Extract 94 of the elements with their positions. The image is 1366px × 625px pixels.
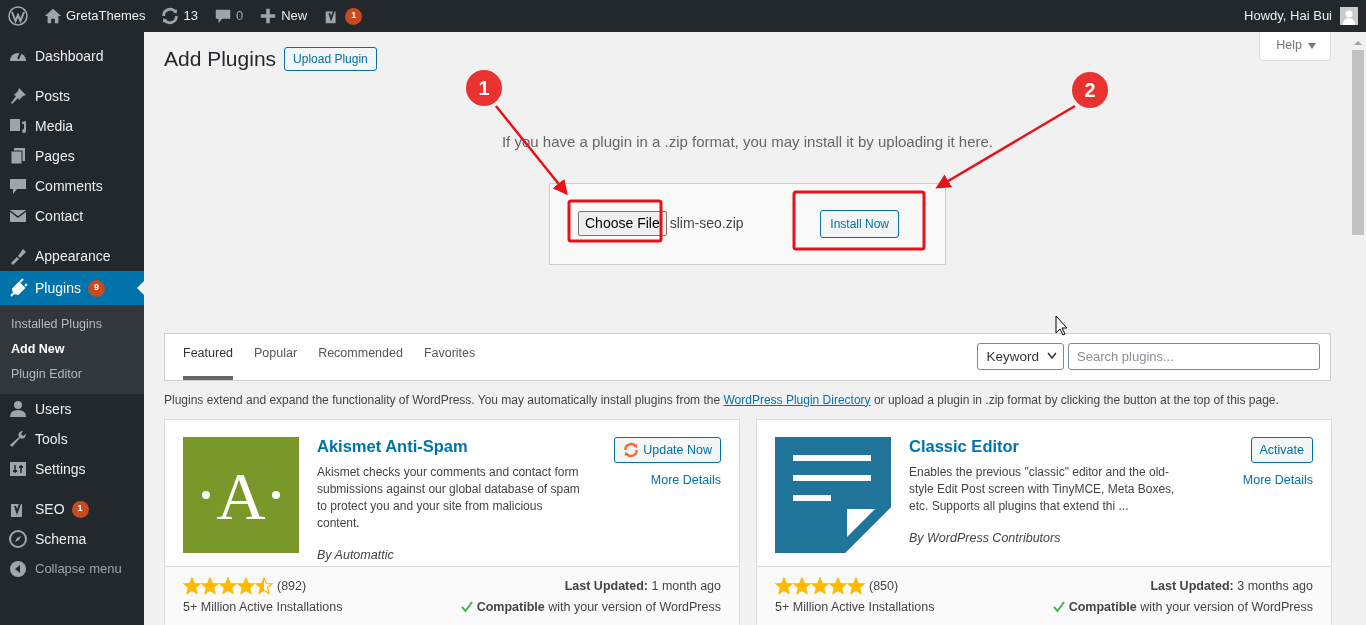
checkmark-icon <box>460 600 473 613</box>
caret-icon <box>1308 42 1316 49</box>
filter-tab[interactable]: Favorites <box>423 328 476 380</box>
step-number-badge: 2 <box>1072 72 1108 108</box>
choose-file-button[interactable]: Choose File <box>578 211 667 237</box>
plugin-name[interactable]: Classic Editor <box>909 436 1177 457</box>
star-icon <box>255 576 273 595</box>
submenu-item[interactable]: Plugin Editor <box>0 362 144 387</box>
last-updated: Last Updated: 1 month ago <box>564 577 721 594</box>
admin-bar-link[interactable]: GretaThemes <box>66 6 146 26</box>
submenu-item[interactable]: Add New <box>0 337 144 362</box>
sidebar-item[interactable]: Settings <box>0 454 144 484</box>
sidebar-item[interactable]: Comments <box>0 171 144 201</box>
sidebar-item[interactable]: Users <box>0 394 144 424</box>
search-type-dropdown[interactable]: Keyword <box>977 343 1064 371</box>
scrollbar-thumb[interactable] <box>1352 50 1364 235</box>
star-icon <box>237 576 255 595</box>
active-installs: 5+ Million Active Installations <box>775 598 935 615</box>
compatibility-note: Compatible with your version of WordPress <box>1068 598 1313 615</box>
page-title: Add Plugins <box>164 46 277 72</box>
sidebar-item[interactable]: Tools <box>0 424 144 454</box>
plugin-author: By Automattic <box>317 547 395 565</box>
directory-link[interactable]: WordPress Plugin Directory <box>723 392 871 407</box>
star-icon <box>775 576 793 595</box>
star-icon <box>847 576 865 595</box>
sidebar-item[interactable]: Posts <box>0 81 144 111</box>
search-field[interactable]: Search plugins... <box>1068 343 1320 371</box>
star-icon <box>183 576 201 595</box>
home-icon[interactable] <box>44 7 62 25</box>
filter-tab[interactable]: Featured <box>183 328 234 380</box>
sidebar-item[interactable]: Media <box>0 111 144 141</box>
pages-icon <box>8 146 28 166</box>
refresh-icon <box>623 441 640 458</box>
compass-icon <box>8 529 28 549</box>
notification-count: 1 <box>345 7 363 25</box>
active-installs: 5+ Million Active Installations <box>183 598 343 615</box>
plugin-description: Enables the previous "classic" editor and the old-style Edit Post screen with TinyMCE, Meta Boxes, etc. Supports all plugins that extend thi ... <box>909 464 1176 516</box>
speech-bubble-icon[interactable] <box>213 7 232 25</box>
admin-bar-link[interactable]: 0 <box>235 6 244 26</box>
sidebar-item[interactable]: Appearance <box>0 241 144 271</box>
document-icon <box>775 436 891 553</box>
more-details-link[interactable]: More Details <box>650 470 721 490</box>
pushpin-icon <box>8 86 28 106</box>
filter-tab[interactable]: Popular <box>254 328 298 380</box>
speech-bubble-icon <box>8 176 28 196</box>
plugin-description: Akismet checks your comments and contact form submissions against our global database of spam to protect you and your site from malicious content. <box>317 464 581 533</box>
submenu-item[interactable]: Installed Plugins <box>0 312 144 337</box>
plus-icon[interactable] <box>259 7 278 25</box>
chevron-down-icon <box>1047 352 1057 361</box>
plugin-name[interactable]: Akismet Anti-Spam <box>317 436 585 457</box>
plugin-author: By WordPress Contributors <box>909 530 1062 548</box>
star-icon <box>219 576 237 595</box>
user-icon <box>8 399 28 419</box>
rating-count: (892) <box>277 577 307 594</box>
compatibility-note: Compatible with your version of WordPress <box>476 598 721 615</box>
activate-button[interactable]: Activate <box>1250 436 1313 463</box>
collapse-icon <box>8 559 28 579</box>
wordpress-logo-icon[interactable] <box>8 6 28 26</box>
checkmark-icon <box>1052 600 1065 613</box>
collapse-menu-button[interactable]: Collapse menu <box>0 554 144 584</box>
admin-bar-link[interactable]: New <box>281 6 308 26</box>
greeting-link[interactable]: Howdy, Hai Bui <box>1244 6 1332 26</box>
more-details-link[interactable]: More Details <box>1242 470 1313 490</box>
sidebar-item[interactable]: Pages <box>0 141 144 171</box>
plug-icon <box>8 278 28 298</box>
star-icon <box>793 576 811 595</box>
install-now-button[interactable]: Install Now <box>820 209 899 238</box>
update-now-button[interactable]: Update Now <box>614 436 721 463</box>
refresh-icon[interactable] <box>161 7 180 25</box>
sidebar-item[interactable]: Contact <box>0 201 144 231</box>
sidebar-item[interactable]: Dashboard <box>0 41 144 71</box>
filter-tab[interactable]: Recommended <box>318 328 403 380</box>
intro-text: Plugins extend and expand the functionality of WordPress. You may automatically install plugins from the WordPress Plugin Directory or upload a plugin in .zip format by clicking the button at the top of this page. <box>164 391 1280 409</box>
sidebar-item[interactable]: Plugins 9 <box>0 271 144 305</box>
media-icon <box>8 116 28 136</box>
author-link[interactable]: Automattic <box>334 548 394 563</box>
notification-count: 9 <box>87 279 105 297</box>
rating-count: (850) <box>869 577 899 594</box>
star-icon <box>811 576 829 595</box>
star-icon <box>201 576 219 595</box>
wrench-icon <box>8 429 28 449</box>
upload-plugin-button[interactable]: Upload Plugin <box>284 46 377 71</box>
file-name: slim-seo.zip <box>669 214 744 234</box>
step-number-badge: 1 <box>466 70 502 106</box>
sliders-icon <box>8 459 28 479</box>
last-updated: Last Updated: 3 months ago <box>1150 577 1313 594</box>
notification-count: 1 <box>71 500 89 518</box>
plugin-logo: A <box>183 436 299 553</box>
sidebar-item[interactable]: SEO 1 <box>0 494 144 524</box>
sidebar-item[interactable]: Schema <box>0 524 144 554</box>
author-link[interactable]: WordPress Contributors <box>927 531 1061 546</box>
admin-bar-link[interactable]: 13 <box>183 6 198 26</box>
help-tab[interactable]: Help <box>1259 32 1331 61</box>
star-icon <box>829 576 847 595</box>
